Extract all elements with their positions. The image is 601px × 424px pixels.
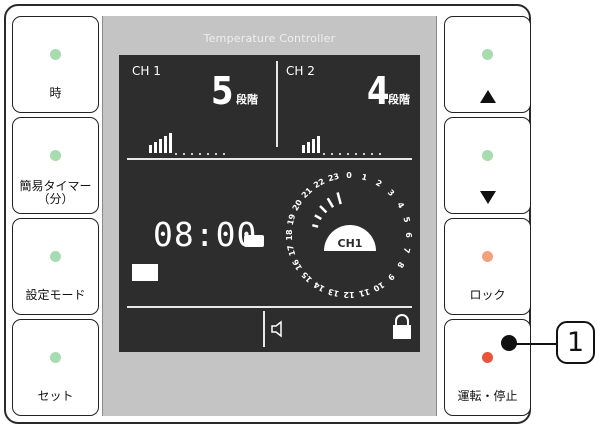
setting-mode-button-label: 設定モード: [25, 288, 86, 302]
dial-hour-label: 13: [327, 287, 340, 299]
set-button[interactable]: セット: [12, 319, 99, 416]
dial-active-tick: [311, 223, 319, 228]
callout-number: 1: [556, 321, 595, 364]
lock-led: [482, 251, 493, 262]
hour-button[interactable]: 時: [12, 16, 99, 113]
lcd-display: CH 1 5 段階 CH 2 4 段階 08:00 PM 運転 CH1 0 1 …: [119, 55, 420, 352]
up-led: [482, 49, 493, 60]
down-triangle-icon: [479, 191, 496, 204]
dial-hour-label: 5: [401, 216, 411, 224]
dial-hour-label: 19: [286, 213, 298, 227]
dial-hour-label: 15: [300, 270, 315, 285]
setting-mode-button[interactable]: 設定モード: [12, 218, 99, 315]
set-button-label: セット: [37, 389, 74, 403]
pm-indicator: PM: [244, 235, 264, 247]
run-stop-button[interactable]: 運転・停止: [444, 319, 531, 416]
dial-hour-label: 14: [312, 280, 327, 294]
run-indicator: 運転: [132, 264, 158, 281]
lock-icon: [393, 314, 411, 339]
dial-hour-label: 23: [327, 172, 340, 184]
ch2-label: CH 2: [286, 64, 315, 78]
lower-divider: [127, 306, 412, 308]
dial-active-tick: [314, 214, 322, 221]
ch2-unit: 段階: [388, 93, 410, 106]
dial-hour-label: 0: [346, 171, 352, 180]
simple-timer-led: [50, 150, 61, 161]
lock-button-label: ロック: [469, 288, 506, 302]
ch1-level: 5: [211, 69, 234, 113]
dial-hour-label: 22: [312, 177, 326, 190]
bottom-divider: [263, 311, 265, 347]
dial-hour-label: 4: [395, 201, 406, 211]
dial-hour-label: 12: [343, 290, 354, 299]
dial-hour-label: 21: [300, 186, 315, 201]
down-button[interactable]: [444, 117, 531, 214]
callout-dot: [501, 335, 517, 351]
dial-hour-label: 8: [395, 260, 406, 270]
dial-hour-label: 10: [371, 280, 386, 294]
dial-hour-label: 9: [386, 272, 397, 283]
dial-hour-label: 6: [404, 232, 413, 238]
hour-button-label: 時: [49, 86, 62, 100]
dial-hour-label: 17: [286, 244, 298, 257]
lock-button[interactable]: ロック: [444, 218, 531, 315]
timer-dial: CH1 0 12345678910111213141516171819202122…: [285, 171, 413, 299]
dial-hour-label: 18: [285, 229, 294, 241]
ch2-level-bars: [302, 136, 381, 155]
run-stop-led: [482, 352, 493, 363]
ch2-level: 4: [367, 69, 390, 113]
dial-hour-label: 7: [401, 247, 411, 255]
ch1-unit: 段階: [236, 93, 258, 106]
dial-channel-label: CH1: [338, 237, 363, 250]
speaker-icon: [271, 320, 282, 338]
control-panel: Temperature Controller CH 1 5 段階 CH 2 4 …: [102, 16, 437, 416]
dial-hour-label: 3: [386, 188, 396, 198]
dial-hour-label: 16: [291, 257, 305, 272]
dial-active-tick: [326, 197, 335, 208]
run-stop-button-label: 運転・停止: [457, 389, 518, 403]
dial-hour-label: 11: [357, 287, 371, 299]
down-led: [482, 150, 493, 161]
panel-title: Temperature Controller: [203, 32, 336, 45]
setting-mode-led: [50, 251, 61, 262]
channel-divider: [276, 61, 278, 147]
ch1-level-bars: [149, 133, 225, 155]
ch1-label: CH 1: [132, 64, 161, 78]
dial-hour-label: 1: [361, 172, 369, 182]
set-led: [50, 352, 61, 363]
hour-led: [50, 49, 61, 60]
clock-display: 08:00: [153, 215, 258, 254]
dial-active-tick: [319, 205, 328, 214]
dial-active-tick: [336, 192, 342, 205]
simple-timer-button-label: 簡易タイマー （分）: [19, 179, 92, 206]
up-button[interactable]: [444, 16, 531, 113]
dial-hour-label: 20: [291, 198, 305, 213]
simple-timer-button[interactable]: 簡易タイマー （分）: [12, 117, 99, 214]
dial-hour-label: 2: [374, 178, 383, 189]
up-triangle-icon: [479, 90, 496, 103]
upper-divider: [127, 158, 412, 160]
